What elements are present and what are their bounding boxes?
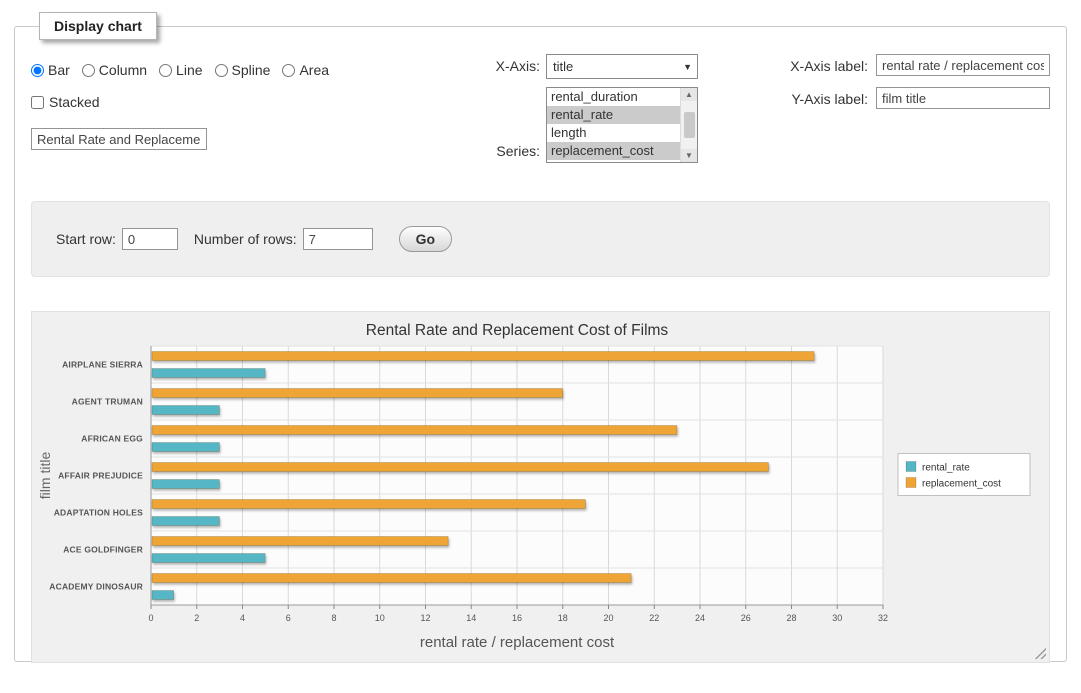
x-axis-title: rental rate / replacement cost — [419, 634, 614, 651]
radio-column[interactable] — [82, 64, 95, 77]
start-row-label: Start row: — [56, 231, 116, 247]
bar-rental_rate — [152, 517, 219, 526]
svg-text:8: 8 — [331, 613, 336, 623]
svg-text:4: 4 — [239, 613, 244, 623]
category-label: AIRPLANE SIERRA — [62, 360, 143, 370]
svg-text:28: 28 — [786, 613, 796, 623]
bar-rental_rate — [152, 480, 219, 489]
x-axis-select[interactable]: title ▼ — [546, 54, 698, 79]
chart-type-option-area[interactable]: Area — [282, 62, 329, 78]
category-label: ACE GOLDFINGER — [63, 545, 143, 555]
series-scrollbar[interactable]: ▲ ▼ — [680, 88, 697, 162]
bar-rental_rate — [152, 443, 219, 452]
start-row-input[interactable] — [122, 228, 178, 250]
svg-text:0: 0 — [148, 613, 153, 623]
scroll-down-icon[interactable]: ▼ — [681, 149, 697, 162]
radio-area[interactable] — [282, 64, 295, 77]
svg-text:20: 20 — [603, 613, 613, 623]
bar-rental_rate — [152, 554, 265, 563]
chart-type-column: Bar Column Line Spline Area Stacked — [31, 54, 476, 171]
chevron-down-icon: ▼ — [683, 62, 692, 72]
svg-text:6: 6 — [285, 613, 290, 623]
num-rows-label: Number of rows: — [194, 231, 297, 247]
series-options: rental_durationrental_ratelengthreplacem… — [547, 88, 680, 162]
series-option-length[interactable]: length — [547, 124, 680, 142]
bar-replacement_cost — [152, 426, 677, 435]
category-label: AFRICAN EGG — [81, 434, 143, 444]
bar-rental_rate — [152, 406, 219, 415]
bar-replacement_cost — [152, 500, 585, 509]
chart-title-input[interactable] — [31, 128, 207, 150]
axis-series-column: X-Axis: title ▼ Series: rental_durationr… — [476, 54, 776, 171]
display-chart-legend: Display chart — [39, 12, 157, 40]
chart-type-option-line[interactable]: Line — [159, 62, 202, 78]
chart-panel: 02468101214161820222426283032AIRPLANE SI… — [31, 311, 1050, 663]
scroll-up-icon[interactable]: ▲ — [681, 88, 697, 101]
svg-text:14: 14 — [466, 613, 476, 623]
category-label: ACADEMY DINOSAUR — [49, 582, 143, 592]
svg-text:10: 10 — [374, 613, 384, 623]
legend-entry-rental_rate: rental_rate — [922, 463, 970, 474]
series-option-rental_rate[interactable]: rental_rate — [547, 106, 680, 124]
svg-text:32: 32 — [877, 613, 887, 623]
bar-replacement_cost — [152, 537, 448, 546]
category-label: AFFAIR PREJUDICE — [58, 471, 143, 481]
svg-text:30: 30 — [832, 613, 842, 623]
chart-type-label: Bar — [48, 62, 70, 78]
svg-text:24: 24 — [694, 613, 704, 623]
chart-type-option-column[interactable]: Column — [82, 62, 147, 78]
num-rows-input[interactable] — [303, 228, 373, 250]
series-option-replacement_cost[interactable]: replacement_cost — [547, 142, 680, 160]
svg-text:22: 22 — [649, 613, 659, 623]
chart-type-label: Spline — [232, 62, 271, 78]
svg-text:18: 18 — [557, 613, 567, 623]
chart-title: Rental Rate and Replacement Cost of Film… — [365, 322, 668, 339]
row-range-panel: Start row: Number of rows: Go — [31, 201, 1050, 277]
svg-text:12: 12 — [420, 613, 430, 623]
bar-replacement_cost — [152, 389, 563, 398]
bar-rental_rate — [152, 369, 265, 378]
go-button[interactable]: Go — [399, 226, 452, 252]
chart-type-label: Column — [99, 62, 147, 78]
bar-replacement_cost — [152, 574, 631, 583]
x-axis-label-label: X-Axis label: — [776, 54, 868, 76]
radio-spline[interactable] — [215, 64, 228, 77]
legend-entry-replacement_cost: replacement_cost — [922, 479, 1001, 490]
x-axis-select-label: X-Axis: — [476, 54, 540, 79]
radio-line[interactable] — [159, 64, 172, 77]
stacked-checkbox[interactable] — [31, 96, 44, 109]
category-label: ADAPTATION HOLES — [53, 508, 142, 518]
display-chart-fieldset: Display chart Bar Column Line Spline Area St… — [14, 12, 1067, 662]
svg-text:2: 2 — [194, 613, 199, 623]
bar-replacement_cost — [152, 352, 814, 361]
series-label: Series: — [476, 143, 540, 163]
y-axis-label-label: Y-Axis label: — [776, 87, 868, 109]
stacked-row: Stacked — [31, 94, 476, 110]
chart-type-label: Area — [299, 62, 329, 78]
svg-text:16: 16 — [511, 613, 521, 623]
stacked-label: Stacked — [49, 94, 100, 110]
chart-type-radio-group: Bar Column Line Spline Area — [31, 62, 476, 78]
series-listbox[interactable]: rental_durationrental_ratelengthreplacem… — [546, 87, 698, 163]
radio-bar[interactable] — [31, 64, 44, 77]
chart-type-option-bar[interactable]: Bar — [31, 62, 70, 78]
bar-rental_rate — [152, 591, 174, 600]
axis-labels-column: X-Axis label: Y-Axis label: — [776, 54, 1050, 171]
category-label: AGENT TRUMAN — [71, 397, 142, 407]
svg-text:26: 26 — [740, 613, 750, 623]
chart-type-option-spline[interactable]: Spline — [215, 62, 271, 78]
x-axis-selected-value: title — [553, 59, 573, 74]
chart-title-row — [31, 128, 476, 150]
series-option-rental_duration[interactable]: rental_duration — [547, 88, 680, 106]
y-axis-label-input[interactable] — [876, 87, 1050, 109]
bar-replacement_cost — [152, 463, 768, 472]
x-axis-label-input[interactable] — [876, 54, 1050, 76]
chart-options-row: Bar Column Line Spline Area Stacked X-Axis: … — [31, 54, 1050, 171]
chart-type-label: Line — [176, 62, 202, 78]
scrollbar-thumb[interactable] — [684, 112, 695, 138]
chart-canvas: 02468101214161820222426283032AIRPLANE SI… — [36, 316, 1046, 656]
y-axis-title: film title — [37, 452, 53, 500]
